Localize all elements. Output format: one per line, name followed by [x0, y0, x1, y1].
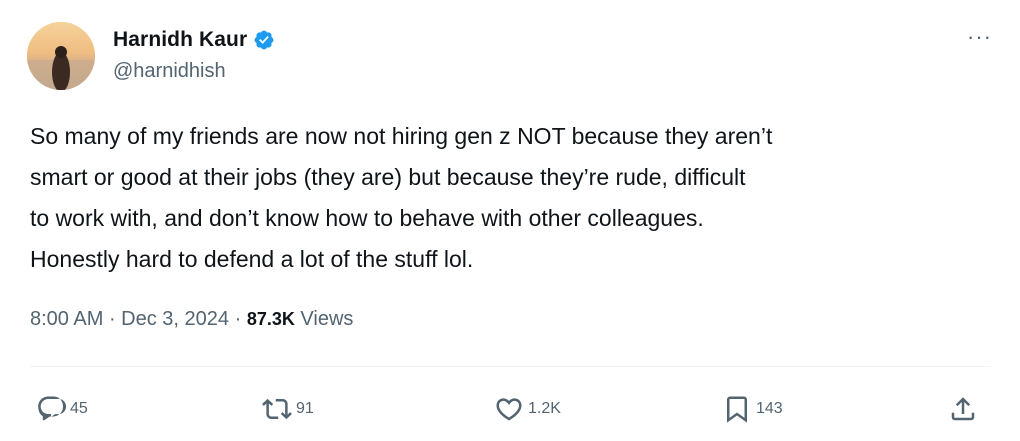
- avatar[interactable]: [27, 22, 95, 90]
- more-icon: ···: [967, 24, 992, 49]
- author-name-row: Harnidh Kaur: [113, 26, 275, 54]
- heart-icon: [496, 398, 522, 421]
- share-button[interactable]: [948, 392, 978, 426]
- views-count: 87.3K: [246, 309, 295, 329]
- more-options-button[interactable]: ···: [967, 26, 992, 48]
- tweet-text-line: to work with, and don’t know how to beha…: [30, 205, 704, 231]
- tweet-date[interactable]: Dec 3, 2024: [121, 308, 229, 330]
- views-label: Views: [294, 308, 354, 330]
- reply-icon: [38, 396, 66, 421]
- verified-badge-icon: [253, 29, 275, 51]
- like-count: 1.2K: [528, 400, 561, 417]
- tweet-card: Harnidh Kaur @harnidhish ··· So many of …: [0, 0, 1020, 441]
- bookmark-icon: [727, 396, 747, 423]
- retweet-count: 91: [296, 400, 314, 417]
- meta-separator: ·: [229, 308, 247, 330]
- share-icon: [951, 397, 975, 421]
- reply-button[interactable]: 45: [36, 392, 88, 426]
- tweet-text: So many of my friends are now not hiring…: [30, 116, 990, 280]
- tweet-text-line: Honestly hard to defend a lot of the stu…: [30, 246, 474, 272]
- tweet-meta: 8:00 AM · Dec 3, 2024 · 87.3K Views: [30, 308, 353, 331]
- avatar-photo: [27, 22, 95, 90]
- bookmark-count: 143: [756, 400, 783, 417]
- retweet-icon: [262, 398, 292, 420]
- like-button[interactable]: 1.2K: [494, 392, 561, 426]
- bookmark-button[interactable]: 143: [722, 392, 783, 426]
- tweet-text-line: So many of my friends are now not hiring…: [30, 123, 773, 149]
- divider: [30, 366, 990, 367]
- display-name[interactable]: Harnidh Kaur: [113, 28, 247, 52]
- tweet-text-line: smart or good at their jobs (they are) b…: [30, 164, 746, 190]
- meta-separator: ·: [103, 308, 122, 330]
- tweet-time[interactable]: 8:00 AM: [30, 308, 103, 330]
- retweet-button[interactable]: 91: [262, 392, 314, 426]
- author-handle[interactable]: @harnidhish: [113, 60, 226, 83]
- reply-count: 45: [70, 400, 88, 417]
